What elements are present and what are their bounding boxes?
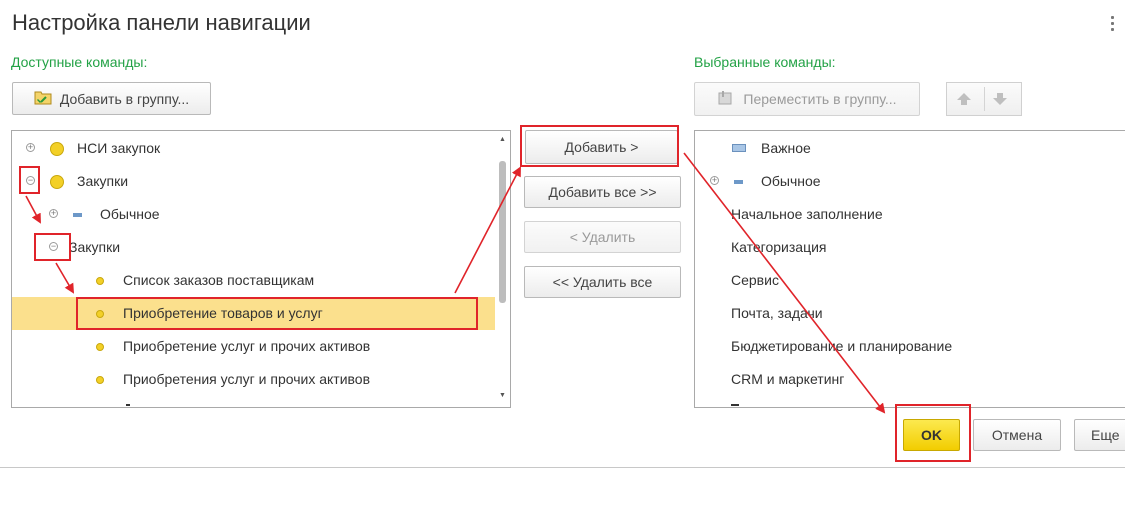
move-to-group-button[interactable]: Переместить в группу... [694, 82, 920, 116]
arrow-down-icon[interactable] [992, 92, 1008, 106]
remove-all-button[interactable]: << Удалить все [524, 266, 681, 298]
expand-icon[interactable]: + [49, 209, 58, 218]
list-item-label: Начальное заполнение [731, 206, 883, 222]
scroll-thumb[interactable] [499, 161, 506, 303]
group-icon [734, 180, 743, 184]
group-icon [73, 213, 82, 217]
list-item-label: Важное [761, 140, 811, 156]
move-to-group-icon [717, 90, 735, 109]
tree-item-label: НСИ закупок [77, 140, 161, 156]
add-all-button[interactable]: Добавить все >> [524, 176, 681, 208]
list-item[interactable]: Важное [695, 132, 1125, 165]
more-button[interactable]: Еще [1074, 419, 1125, 451]
tree-item[interactable]: − Закупки [12, 165, 510, 198]
list-item[interactable]: Почта, задачи [695, 297, 1125, 330]
move-to-group-label: Переместить в группу... [743, 91, 897, 107]
command-icon [96, 277, 104, 285]
tree-item[interactable]: − Закупки [12, 231, 510, 264]
list-item-label: Почта, задачи [731, 305, 823, 321]
selected-commands-list[interactable]: Важное + Обычное Начальное заполнение Ка… [694, 130, 1125, 408]
list-item[interactable]: Категоризация [695, 231, 1125, 264]
available-commands-label: Доступные команды: [11, 54, 148, 70]
list-item-label: CRM и маркетинг [731, 371, 845, 387]
annotation-box [76, 297, 478, 330]
selected-commands-label: Выбранные команды: [694, 54, 836, 70]
tree-item-label: Приобретение услуг и прочих активов [123, 338, 371, 354]
add-to-group-button[interactable]: Добавить в группу... [12, 82, 211, 115]
annotation-box [34, 233, 71, 261]
cut-off-text [126, 404, 130, 406]
command-icon [96, 376, 104, 384]
add-to-group-label: Добавить в группу... [59, 90, 190, 107]
expand-icon[interactable]: + [26, 143, 35, 152]
list-item[interactable]: Бюджетирование и планирование [695, 330, 1125, 363]
cancel-button[interactable]: Отмена [973, 419, 1061, 451]
tree-item[interactable]: Приобретения услуг и прочих активов [12, 363, 510, 396]
annotation-box [520, 125, 679, 167]
more-menu-icon[interactable] [1111, 16, 1114, 34]
tree-item[interactable]: + Обычное [12, 198, 510, 231]
subsystem-icon [50, 175, 64, 189]
tree-item[interactable]: Список заказов поставщикам [12, 264, 510, 297]
remove-button[interactable]: < Удалить [524, 221, 681, 253]
move-up-down-group [946, 82, 1022, 116]
arrow-up-icon[interactable] [956, 92, 972, 106]
tree-item[interactable]: Приобретение услуг и прочих активов [12, 330, 510, 363]
command-icon [96, 343, 104, 351]
group-icon [732, 144, 746, 152]
tree-item-label: Обычное [100, 206, 160, 222]
list-item[interactable]: Начальное заполнение [695, 198, 1125, 231]
expand-icon[interactable]: + [710, 176, 719, 185]
annotation-box [895, 404, 971, 462]
list-item[interactable]: CRM и маркетинг [695, 363, 1125, 396]
tree-item-label: Приобретения услуг и прочих активов [123, 371, 371, 387]
folder-add-icon [34, 89, 52, 108]
scroll-up-icon[interactable]: ▲ [499, 136, 506, 143]
tree-item-label: Закупки [77, 173, 129, 189]
list-item-label: Бюджетирование и планирование [731, 338, 953, 354]
list-item[interactable]: Сервис [695, 264, 1125, 297]
tree-scrollbar[interactable]: ▲ ▼ [495, 131, 510, 407]
list-item-label: Сервис [731, 272, 779, 288]
separator [984, 87, 985, 111]
list-item-label: Категоризация [731, 239, 827, 255]
cut-off-text [731, 404, 739, 406]
list-item-label: Обычное [761, 173, 821, 189]
available-commands-tree[interactable]: + НСИ закупок − Закупки + Обычное − Заку… [11, 130, 511, 408]
tree-item[interactable] [12, 396, 510, 407]
annotation-box [19, 166, 40, 194]
footer-divider [0, 467, 1125, 468]
tree-item-label: Закупки [69, 239, 121, 255]
subsystem-icon [50, 142, 64, 156]
list-item[interactable]: + Обычное [695, 165, 1125, 198]
tree-item-label: Список заказов поставщикам [123, 272, 315, 288]
window-title: Настройка панели навигации [12, 10, 311, 35]
scroll-down-icon[interactable]: ▼ [499, 392, 506, 399]
tree-item[interactable]: + НСИ закупок [12, 132, 510, 165]
